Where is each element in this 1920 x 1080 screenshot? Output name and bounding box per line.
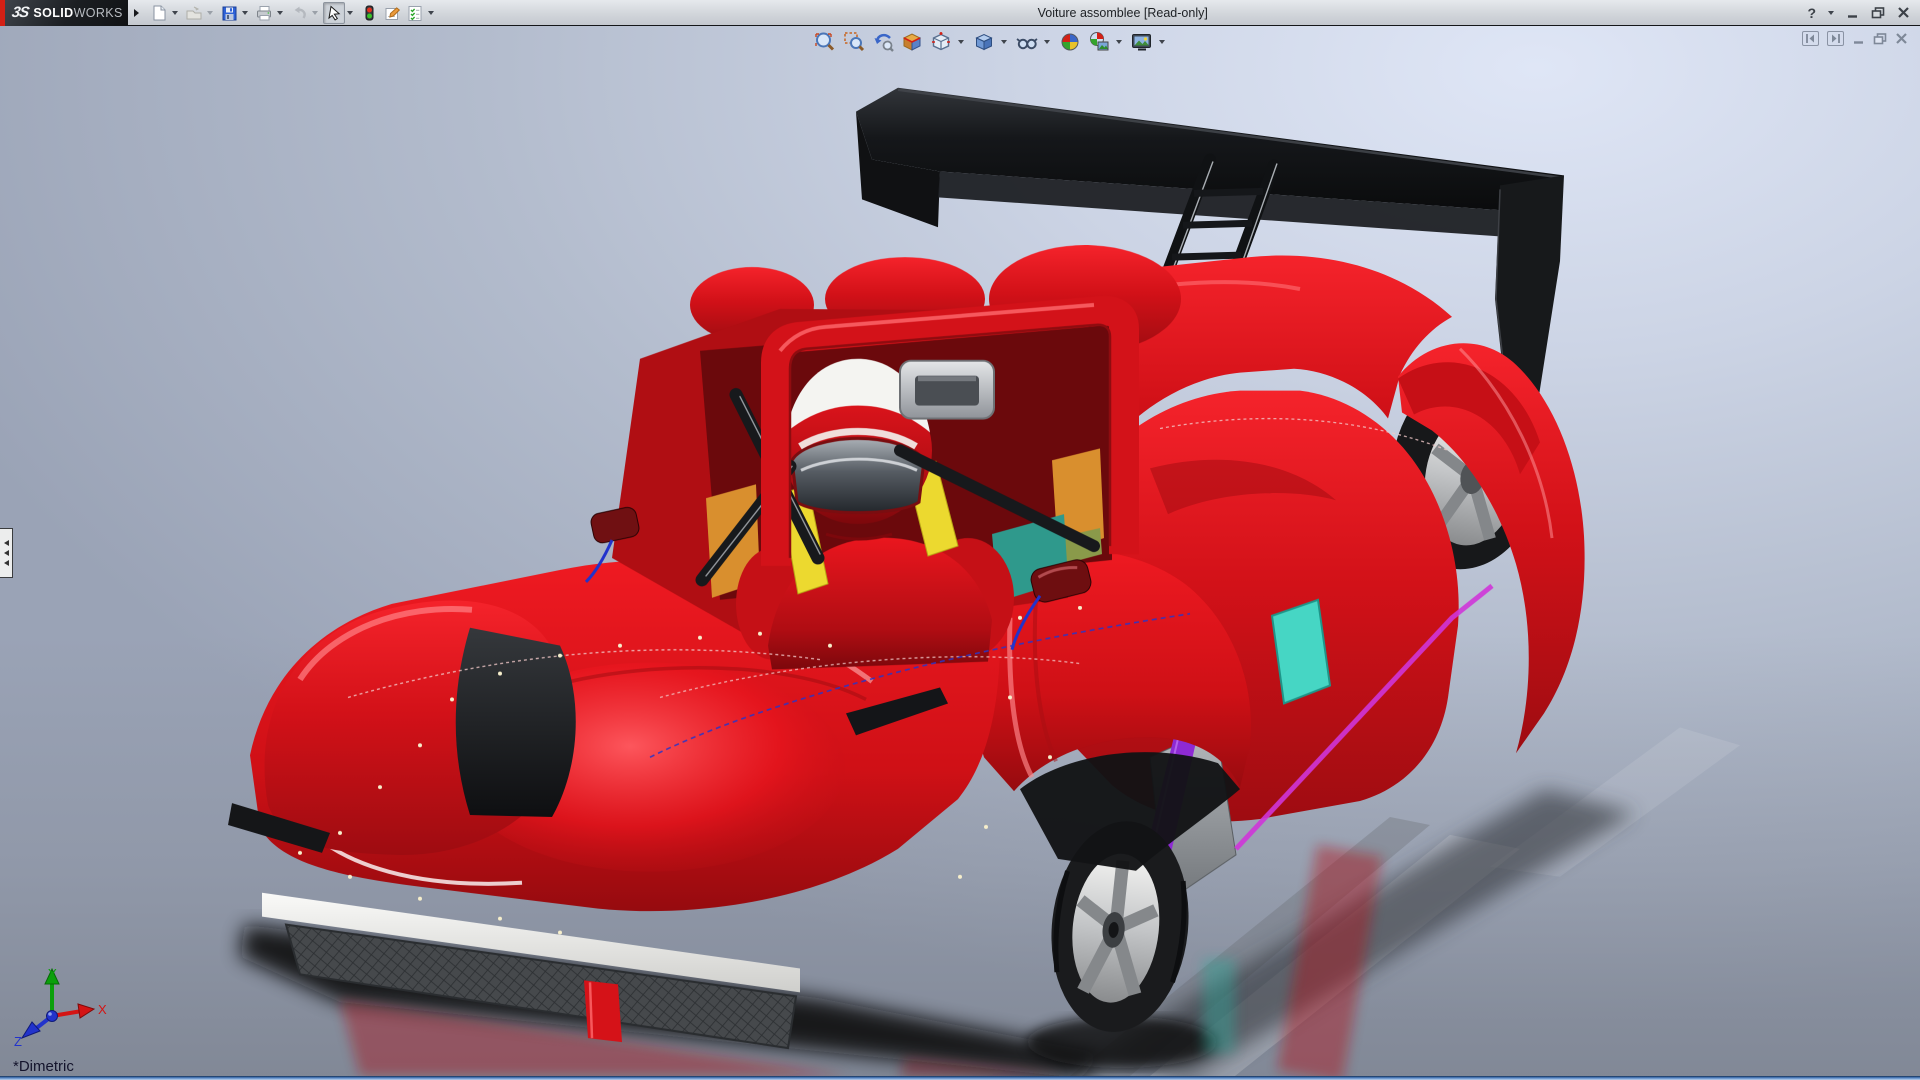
- menu-expander-button[interactable]: [130, 2, 142, 24]
- edit-note-button[interactable]: [381, 2, 403, 24]
- rearview-mirror[interactable]: [899, 359, 995, 420]
- document-window-controls: [1802, 31, 1908, 46]
- view-orientation-button[interactable]: [928, 29, 954, 55]
- checklist-dropdown-caret[interactable]: [428, 10, 434, 15]
- race-car-model[interactable]: [0, 26, 1920, 1076]
- select-tool-button[interactable]: [323, 1, 345, 24]
- zoom-to-area-button[interactable]: [841, 29, 867, 55]
- open-button[interactable]: [183, 2, 205, 24]
- save-button[interactable]: [218, 2, 240, 24]
- minimize-document-button[interactable]: [1852, 32, 1865, 45]
- print-dropdown-caret[interactable]: [277, 10, 283, 15]
- heads-up-view-toolbar: [812, 29, 1169, 55]
- view-orientation-label: *Dimetric: [13, 1058, 74, 1075]
- restore-document-button[interactable]: [1873, 32, 1887, 45]
- zoom-to-fit-button[interactable]: [812, 29, 838, 55]
- title-bar: 3S SOLID WORKS Voiture assomblee [Read-o…: [0, 0, 1920, 26]
- edit-appearance-button[interactable]: [1057, 29, 1083, 55]
- help-dropdown-caret[interactable]: [1828, 10, 1834, 15]
- collapse-pane-left-button[interactable]: [1802, 31, 1819, 46]
- scene-background: Y X Z *Dimetric: [0, 26, 1920, 1076]
- standard-toolbar: [148, 1, 438, 24]
- new-document-button[interactable]: [148, 2, 170, 24]
- minimize-window-button[interactable]: [1846, 6, 1859, 19]
- section-view-button[interactable]: [899, 29, 925, 55]
- hide-show-items-button[interactable]: [1014, 29, 1040, 55]
- triad-x-label: X: [98, 1002, 107, 1017]
- logo-red-strip: [0, 0, 5, 26]
- print-button[interactable]: [253, 2, 275, 24]
- checklist-button[interactable]: [404, 2, 426, 24]
- window-controls: ?: [1807, 5, 1910, 21]
- close-document-button[interactable]: [1895, 32, 1908, 45]
- previous-view-button[interactable]: [870, 29, 896, 55]
- undo-button[interactable]: [288, 2, 310, 24]
- help-button[interactable]: ?: [1807, 5, 1816, 21]
- view-orientation-caret[interactable]: [958, 40, 964, 44]
- view-settings-button[interactable]: [1129, 29, 1155, 55]
- brand-name-light: WORKS: [73, 5, 123, 20]
- expand-pane-right-button[interactable]: [1827, 31, 1844, 46]
- view-settings-caret[interactable]: [1159, 40, 1165, 44]
- hide-show-items-caret[interactable]: [1044, 40, 1050, 44]
- solidworks-logo: 3S SOLID WORKS: [0, 0, 128, 26]
- save-dropdown-caret[interactable]: [242, 10, 248, 15]
- status-bar-edge: [0, 1076, 1920, 1080]
- display-style-caret[interactable]: [1001, 40, 1007, 44]
- graphics-viewport[interactable]: Y X Z *Dimetric: [0, 26, 1920, 1076]
- coordinate-triad: Y X Z: [14, 966, 107, 1049]
- feature-manager-collapsed-tab[interactable]: [0, 528, 13, 578]
- apply-scene-button[interactable]: [1086, 29, 1112, 55]
- traffic-light-icon[interactable]: [358, 2, 380, 24]
- ds-logo-glyph: 3S: [10, 4, 30, 21]
- triad-y-label: Y: [48, 966, 57, 981]
- new-dropdown-caret[interactable]: [172, 10, 178, 15]
- open-dropdown-caret[interactable]: [207, 10, 213, 15]
- select-dropdown-caret[interactable]: [347, 10, 353, 15]
- triad-z-label: Z: [14, 1034, 22, 1049]
- brand-name-bold: SOLID: [33, 5, 74, 20]
- display-style-button[interactable]: [971, 29, 997, 55]
- undo-dropdown-caret[interactable]: [312, 10, 318, 15]
- restore-window-button[interactable]: [1871, 6, 1885, 19]
- document-title: Voiture assomblee [Read-only]: [1037, 5, 1208, 20]
- apply-scene-caret[interactable]: [1116, 40, 1122, 44]
- close-window-button[interactable]: [1897, 6, 1910, 19]
